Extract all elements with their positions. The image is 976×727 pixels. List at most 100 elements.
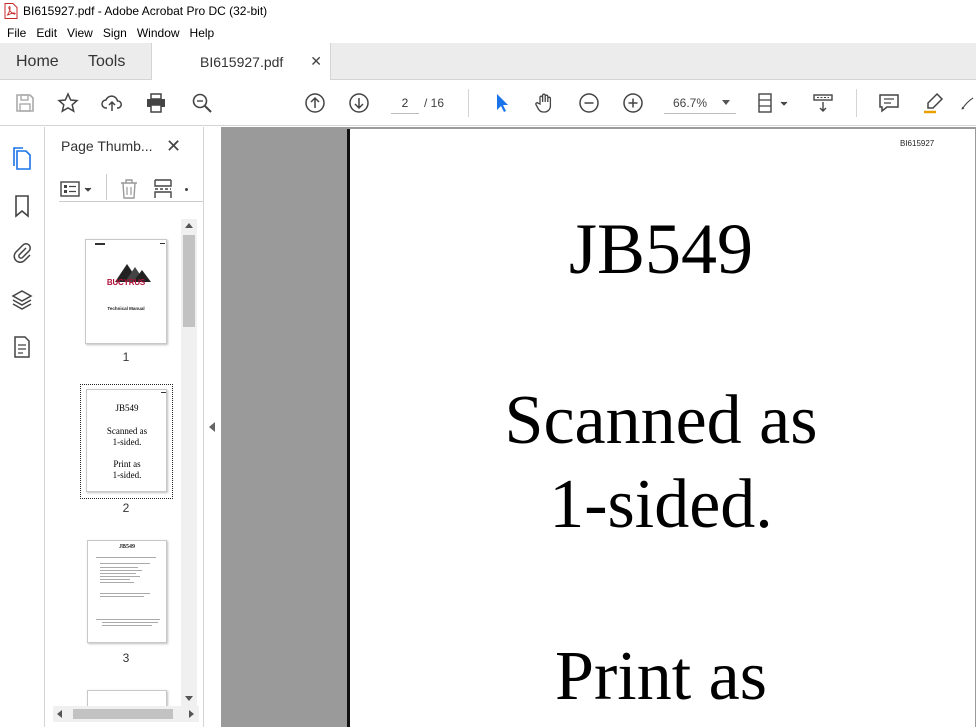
more-options-icon[interactable] bbox=[185, 188, 188, 191]
menu-sign[interactable]: Sign bbox=[98, 26, 132, 40]
thumbnail-line: Scanned as bbox=[106, 426, 148, 436]
zoom-search-icon bbox=[192, 93, 212, 113]
panel-splitter[interactable] bbox=[203, 127, 221, 727]
zoom-out-button[interactable] bbox=[577, 91, 601, 115]
scroll-right-arrow-icon[interactable] bbox=[189, 710, 194, 718]
select-tool-button[interactable] bbox=[490, 91, 514, 115]
insert-page-icon bbox=[154, 179, 172, 198]
tab-tools[interactable]: Tools bbox=[88, 43, 125, 80]
document-properties-button[interactable] bbox=[10, 334, 34, 360]
thumbnail-vertical-scrollbar[interactable] bbox=[181, 219, 197, 706]
page-thumbnail-3[interactable]: JB549 bbox=[87, 540, 167, 643]
scroll-down-icon bbox=[813, 94, 833, 112]
thumbnail-list: BUCYRUS Technical Manual 1 JB549 Scanned… bbox=[45, 219, 181, 706]
delete-page-button[interactable] bbox=[119, 178, 139, 200]
page-thumbnails-button[interactable] bbox=[10, 146, 34, 172]
zoom-in-button[interactable] bbox=[621, 91, 645, 115]
close-tab-icon[interactable]: ✕ bbox=[310, 53, 322, 70]
scrollbar-thumb[interactable] bbox=[183, 235, 195, 327]
tab-home[interactable]: Home bbox=[16, 43, 59, 80]
share-button[interactable] bbox=[100, 91, 124, 115]
thumbnail-mark bbox=[160, 243, 165, 244]
menu-window[interactable]: Window bbox=[132, 26, 185, 40]
thumbnail-mark bbox=[95, 243, 105, 245]
draw-button[interactable] bbox=[960, 91, 976, 115]
thumbnail-options-button[interactable] bbox=[59, 180, 95, 198]
attachments-button[interactable] bbox=[10, 239, 34, 265]
insert-page-button[interactable] bbox=[153, 178, 175, 200]
panel-title: Page Thumb... bbox=[61, 138, 153, 154]
thumbnail-text-line bbox=[100, 596, 144, 597]
thumbnail-horizontal-scrollbar[interactable] bbox=[53, 706, 199, 722]
page-total: / 16 bbox=[424, 96, 445, 110]
thumbnail-number: 2 bbox=[122, 501, 130, 515]
next-page-button[interactable] bbox=[347, 91, 371, 115]
tab-document[interactable]: BI615927.pdf ✕ bbox=[151, 43, 331, 81]
thumbnail-number: 3 bbox=[122, 651, 130, 665]
thumbnail-mark bbox=[161, 392, 166, 393]
bookmarks-button[interactable] bbox=[10, 193, 34, 219]
menu-file[interactable]: File bbox=[2, 26, 31, 40]
thumbnail-text-line bbox=[102, 622, 158, 623]
fit-page-icon bbox=[758, 93, 788, 113]
menu-help[interactable]: Help bbox=[185, 26, 220, 40]
thumbnail-text-line bbox=[100, 582, 134, 583]
printer-icon bbox=[147, 93, 165, 113]
toolbar-divider bbox=[856, 89, 857, 117]
thumbnail-heading: JB549 bbox=[118, 544, 135, 550]
zoom-dropdown[interactable]: 66.7% bbox=[664, 92, 736, 114]
collapse-panel-icon[interactable] bbox=[209, 422, 215, 432]
pencil-icon bbox=[961, 97, 974, 110]
page-thumbnail-4[interactable] bbox=[87, 690, 167, 706]
title-bar: BI615927.pdf - Adobe Acrobat Pro DC (32-… bbox=[0, 0, 976, 22]
window-title: BI615927.pdf - Adobe Acrobat Pro DC (32-… bbox=[23, 4, 268, 18]
thumbnail-line: 1-sided. bbox=[112, 470, 142, 480]
page-thumbnail-2[interactable]: JB549 Scanned as 1-sided. Print as 1-sid… bbox=[86, 389, 167, 492]
scroll-down-arrow-icon[interactable] bbox=[185, 696, 193, 701]
find-button[interactable] bbox=[190, 91, 214, 115]
menu-edit[interactable]: Edit bbox=[31, 26, 62, 40]
toolbar: / 16 66.7% bbox=[0, 80, 976, 126]
close-panel-icon[interactable]: ✕ bbox=[166, 136, 181, 157]
thumbnail-text-line bbox=[100, 579, 130, 580]
thumbnail-number: 1 bbox=[122, 350, 130, 364]
thumbnail-toolbar bbox=[59, 174, 205, 202]
pdf-page: BI615927 JB549 Scanned as 1-sided. Print… bbox=[347, 129, 975, 727]
arrow-up-circle-icon bbox=[305, 93, 325, 113]
upload-cloud-icon bbox=[101, 95, 122, 111]
page-display-button[interactable] bbox=[757, 91, 791, 115]
trash-icon bbox=[121, 179, 137, 199]
highlight-button[interactable] bbox=[921, 91, 945, 115]
highlighter-icon bbox=[924, 92, 944, 114]
save-button[interactable] bbox=[13, 91, 37, 115]
scroll-mode-button[interactable] bbox=[811, 91, 835, 115]
print-button[interactable] bbox=[144, 91, 168, 115]
document-code: BI615927 bbox=[900, 139, 935, 148]
scroll-up-arrow-icon[interactable] bbox=[185, 223, 193, 228]
document-viewer[interactable]: BI615927 JB549 Scanned as 1-sided. Print… bbox=[221, 127, 976, 727]
thumbnail-text-line bbox=[96, 619, 160, 620]
scrollbar-thumb[interactable] bbox=[73, 709, 173, 719]
bookmark-star-button[interactable] bbox=[56, 91, 80, 115]
scroll-left-arrow-icon[interactable] bbox=[57, 710, 62, 718]
page-thumbnails-panel: Page Thumb... ✕ BUCYRUS Technical Manual bbox=[45, 127, 205, 727]
layers-button[interactable] bbox=[10, 287, 34, 313]
navigation-rail bbox=[0, 127, 45, 727]
toolbar-divider bbox=[106, 174, 107, 200]
save-icon bbox=[16, 94, 34, 112]
page-number-input[interactable] bbox=[391, 92, 419, 114]
thumbnail-text-line bbox=[102, 625, 152, 626]
document-line: 1-sided. bbox=[549, 466, 773, 543]
hand-tool-button[interactable] bbox=[533, 91, 557, 115]
page-thumbnail-1[interactable]: BUCYRUS Technical Manual bbox=[85, 239, 167, 344]
hand-icon bbox=[535, 93, 552, 113]
layers-icon bbox=[11, 290, 33, 310]
toolbar-divider bbox=[468, 89, 469, 117]
arrow-down-circle-icon bbox=[349, 93, 369, 113]
thumbnail-text-line bbox=[100, 563, 150, 564]
menu-view[interactable]: View bbox=[62, 26, 98, 40]
comment-button[interactable] bbox=[877, 91, 901, 115]
previous-page-button[interactable] bbox=[303, 91, 327, 115]
minus-circle-icon bbox=[579, 93, 599, 113]
thumbnail-text-line bbox=[100, 570, 142, 571]
